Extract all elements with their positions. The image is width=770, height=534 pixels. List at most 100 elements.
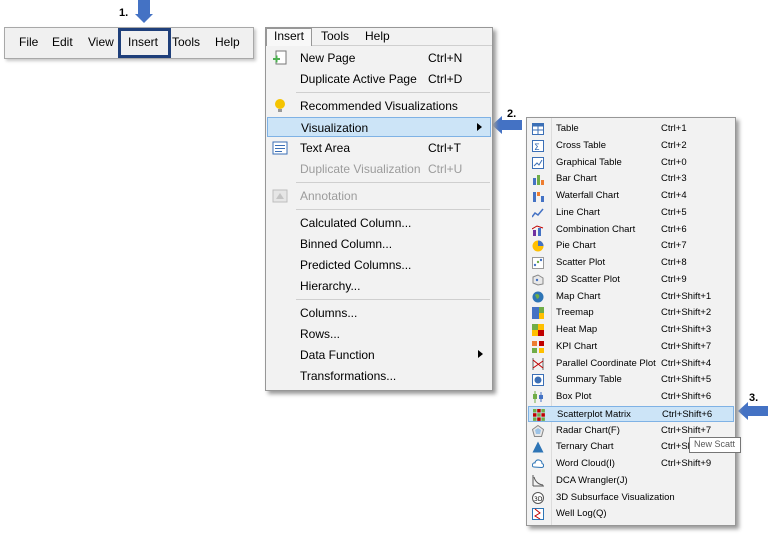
menubar-edit[interactable]: Edit (52, 35, 73, 49)
viz-item-shortcut: Ctrl+2 (661, 139, 687, 151)
viz-item-line-chart[interactable]: Line Chart Ctrl+5 (528, 205, 734, 221)
tooltip: New Scatt (689, 437, 741, 453)
insert-menu: Insert Tools Help New Page Ctrl+N Duplicat… (265, 27, 493, 391)
viz-item-label: Bar Chart (556, 173, 597, 185)
menu-item-label: Data Function (300, 348, 375, 362)
viz-item-label: Table (556, 123, 579, 134)
table-icon (532, 123, 544, 135)
viz-item-shortcut: Ctrl+Shift+9 (661, 458, 712, 469)
viz-item-shortcut: Ctrl+Shift+4 (661, 357, 712, 369)
menu-item-label: Duplicate Visualization (300, 162, 421, 176)
viz-item-kpi-chart[interactable]: KPI Chart Ctrl+Shift+7 (528, 339, 734, 355)
viz-item-shortcut: Ctrl+Shift+7 (661, 340, 712, 352)
tooltip-text: New Scatt (694, 439, 736, 449)
step-2-arrow-icon (492, 116, 522, 134)
menubar-help[interactable]: Help (215, 35, 240, 49)
menubar-view[interactable]: View (88, 35, 114, 49)
menu-item-columns[interactable]: Columns... (267, 303, 491, 323)
menu-item-shortcut: Ctrl+U (428, 162, 463, 176)
viz-item-well-log-q[interactable]: Well Log(Q) (528, 506, 734, 522)
menu-item-label: Duplicate Active Page (300, 72, 417, 86)
viz-item-waterfall-chart[interactable]: Waterfall Chart Ctrl+4 (528, 188, 734, 204)
step-3-arrow-icon (738, 402, 768, 420)
menu-item-label: New Page (300, 51, 356, 65)
well-log-icon (532, 508, 544, 521)
viz-item-pie-chart[interactable]: Pie Chart Ctrl+7 (528, 238, 734, 254)
treemap-icon (532, 307, 544, 320)
menu-item-recommended-visualizations[interactable]: Recommended Visualizations (267, 96, 491, 116)
viz-item-label: Radar Chart(F) (556, 424, 620, 436)
viz-item-parallel-coordinate-plot[interactable]: Parallel Coordinate Plot Ctrl+Shift+4 (528, 356, 734, 372)
menu-item-annotation: Annotation (267, 186, 491, 206)
viz-item-shortcut: Ctrl+7 (661, 240, 687, 252)
summary-table-icon (532, 374, 544, 387)
viz-item-label: Box Plot (556, 391, 592, 402)
viz-item-map-chart[interactable]: Map Chart Ctrl+Shift+1 (528, 289, 734, 305)
viz-item-table[interactable]: Table Ctrl+1 (528, 121, 734, 137)
menubar-file[interactable]: File (19, 35, 38, 49)
text-area-icon (272, 140, 288, 156)
menu-separator (296, 299, 490, 300)
viz-item-heat-map[interactable]: Heat Map Ctrl+Shift+3 (528, 322, 734, 338)
menubar-tools[interactable]: Tools (172, 35, 200, 49)
viz-item-shortcut: Ctrl+0 (661, 156, 687, 168)
viz-item-3d-scatter-plot[interactable]: 3D Scatter Plot Ctrl+9 (528, 272, 734, 288)
menu-separator (296, 209, 490, 210)
menubar-insert[interactable]: Insert (128, 35, 158, 49)
scatter-plot-icon (532, 257, 544, 269)
graphical-table-icon (532, 156, 544, 169)
svg-text:Σ: Σ (534, 143, 540, 152)
viz-item-label: Scatterplot Matrix (557, 408, 631, 420)
viz-item-bar-chart[interactable]: Bar Chart Ctrl+3 (528, 171, 734, 187)
viz-item-word-cloud-i[interactable]: Word Cloud(I) Ctrl+Shift+9 (528, 456, 734, 472)
viz-item-label: Treemap (556, 307, 594, 319)
menu-item-duplicate-active-page[interactable]: Duplicate Active Page Ctrl+D (267, 69, 491, 89)
menu-item-rows[interactable]: Rows... (267, 324, 491, 344)
viz-item-combination-chart[interactable]: Combination Chart Ctrl+6 (528, 222, 734, 238)
menu-item-calculated-column[interactable]: Calculated Column... (267, 213, 491, 233)
menu-item-text-area[interactable]: Text Area Ctrl+T (267, 138, 491, 158)
menu-bar: File Edit View Insert Tools Help (4, 27, 254, 59)
menu-item-transformations[interactable]: Transformations... (267, 366, 491, 386)
menu-item-data-function[interactable]: Data Function (267, 345, 491, 365)
viz-item-shortcut: Ctrl+6 (661, 223, 687, 235)
viz-item-scatter-plot[interactable]: Scatter Plot Ctrl+8 (528, 255, 734, 271)
viz-item-label: Combination Chart (556, 223, 636, 235)
menu-item-shortcut: Ctrl+N (428, 51, 463, 65)
combination-chart-icon (531, 224, 544, 236)
viz-item-label: Summary Table (556, 374, 622, 386)
viz-item-3d-subsurface-visualization[interactable]: 3D 3D Subsurface Visualization (528, 490, 734, 506)
viz-item-label: 3D Scatter Plot (556, 273, 620, 285)
viz-item-scatterplot-matrix[interactable]: Scatterplot Matrix Ctrl+Shift+6 (528, 405, 734, 422)
menu-item-label: Rows... (300, 327, 341, 341)
menu-item-predicted-columns[interactable]: Predicted Columns... (267, 255, 491, 275)
tab-tools[interactable]: Tools (321, 29, 349, 43)
viz-item-label: Graphical Table (556, 156, 622, 168)
viz-item-label: Pie Chart (556, 240, 596, 252)
annotation-icon (272, 188, 288, 204)
viz-item-box-plot[interactable]: Box Plot Ctrl+Shift+6 (528, 389, 734, 405)
viz-item-cross-table[interactable]: Σ Cross Table Ctrl+2 (528, 138, 734, 154)
menu-item-new-page[interactable]: New Page Ctrl+N (267, 48, 491, 68)
line-chart-icon (531, 207, 544, 219)
menu-item-label: Transformations... (300, 369, 397, 383)
tab-help[interactable]: Help (365, 29, 390, 43)
menu-item-label: Visualization (301, 121, 369, 135)
menu-item-hierarchy[interactable]: Hierarchy... (267, 276, 491, 296)
menu-item-visualization[interactable]: Visualization (267, 117, 491, 137)
viz-item-graphical-table[interactable]: Graphical Table Ctrl+0 (528, 155, 734, 171)
viz-item-label: Word Cloud(I) (556, 458, 615, 469)
submenu-arrow-icon (478, 350, 483, 358)
step-1-label: 1. (119, 7, 129, 19)
viz-item-shortcut: Ctrl+Shift+7 (661, 424, 712, 436)
viz-item-summary-table[interactable]: Summary Table Ctrl+Shift+5 (528, 372, 734, 388)
menu-item-label: Predicted Columns... (300, 258, 412, 272)
menu-item-binned-column[interactable]: Binned Column... (267, 234, 491, 254)
new-page-icon (272, 50, 288, 66)
viz-item-treemap[interactable]: Treemap Ctrl+Shift+2 (528, 305, 734, 321)
viz-item-shortcut: Ctrl+3 (661, 173, 687, 185)
viz-item-dca-wrangler-j[interactable]: DCA Wrangler(J) (528, 473, 734, 489)
viz-item-shortcut: Ctrl+Shift+6 (662, 408, 713, 420)
viz-item-shortcut: Ctrl+5 (661, 206, 687, 218)
tab-insert[interactable]: Insert (274, 29, 304, 43)
